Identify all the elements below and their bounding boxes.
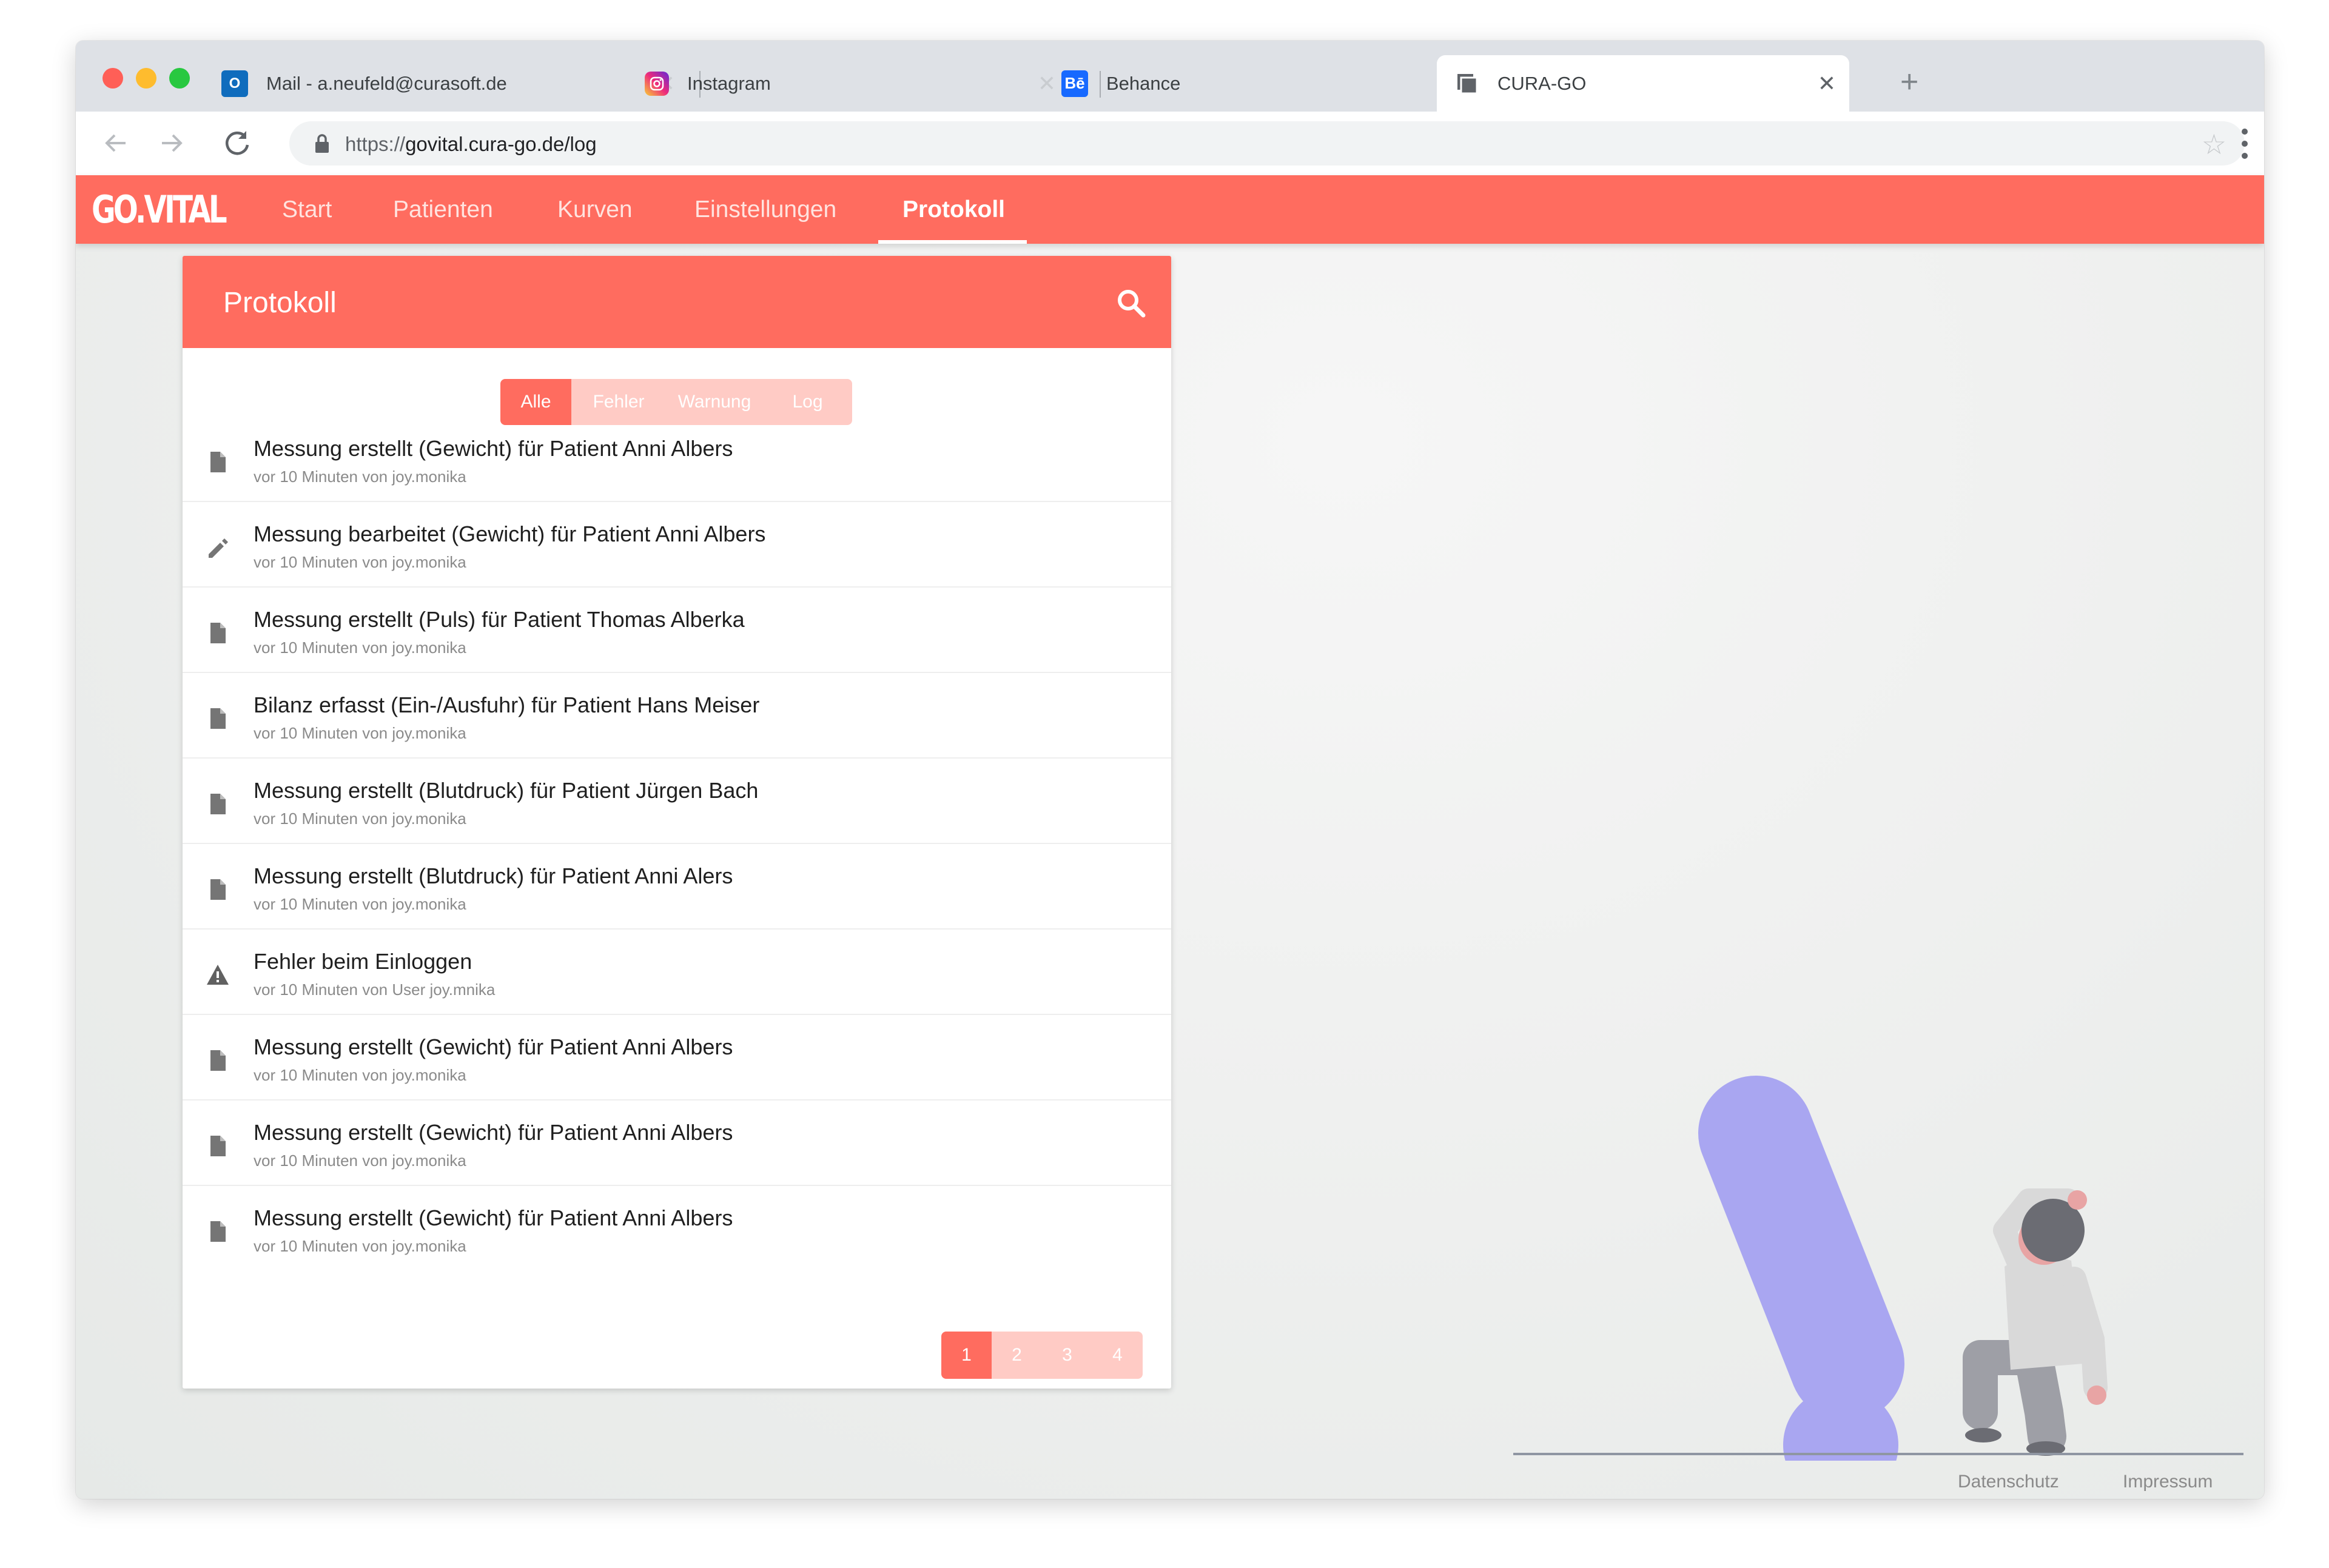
app-content: GO.VITAL Start Patienten Kurven Einstell… — [76, 175, 2264, 1499]
entry-title: Messung erstellt (Puls) für Patient Thom… — [254, 607, 745, 632]
maximize-window-button[interactable] — [169, 68, 190, 89]
arrow-left-icon — [105, 134, 126, 152]
back-button[interactable] — [99, 126, 133, 160]
tab-mail[interactable]: O Mail - a.neufeld@curasoft.de ✕ — [221, 55, 688, 112]
arrow-right-icon — [162, 134, 183, 152]
instagram-icon — [645, 71, 669, 96]
lock-icon — [315, 134, 329, 153]
reload-icon — [225, 131, 249, 155]
nav-start[interactable]: Start — [282, 175, 332, 244]
nav-einstellungen[interactable]: Einstellungen — [694, 175, 836, 244]
nav-protokoll[interactable]: Protokoll — [902, 175, 1005, 244]
entry-meta: vor 10 Minuten von joy.monika — [254, 467, 466, 486]
entry-title: Messung erstellt (Gewicht) für Patient A… — [254, 1120, 733, 1145]
page-button-4[interactable]: 4 — [1092, 1332, 1143, 1379]
close-icon[interactable]: ✕ — [1038, 71, 1056, 96]
entry-title: Bilanz erfasst (Ein-/Ausfuhr) für Patien… — [254, 692, 760, 717]
entry-meta: vor 10 Minuten von joy.monika — [254, 638, 466, 657]
entry-meta: vor 10 Minuten von joy.monika — [254, 1066, 466, 1084]
page-button-3[interactable]: 3 — [1042, 1332, 1092, 1379]
list-item[interactable]: Bilanz erfasst (Ein-/Ausfuhr) für Patien… — [183, 673, 1171, 759]
page-button-2[interactable]: 2 — [992, 1332, 1042, 1379]
imprint-link[interactable]: Impressum — [2123, 1472, 2213, 1492]
tab-instagram[interactable]: Instagram ✕ — [645, 55, 1069, 112]
entry-meta: vor 10 Minuten von joy.monika — [254, 553, 466, 571]
entry-meta: vor 10 Minuten von joy.monika — [254, 895, 466, 913]
list-item[interactable]: Messung erstellt (Blutdruck) für Patient… — [183, 759, 1171, 844]
pencil-icon — [209, 538, 228, 558]
list-item[interactable]: Messung erstellt (Gewicht) für Patient A… — [183, 417, 1171, 502]
entry-title: Messung erstellt (Gewicht) für Patient A… — [254, 436, 733, 461]
ground-line — [1513, 1453, 2243, 1455]
tab-title: CURA-GO — [1497, 72, 1587, 94]
browser-window: O Mail - a.neufeld@curasoft.de ✕ Instagr… — [76, 41, 2264, 1499]
entry-meta: vor 10 Minuten von joy.monika — [254, 1237, 466, 1255]
entry-meta: vor 10 Minuten von joy.monika — [254, 1151, 466, 1170]
new-tab-button[interactable]: + — [1900, 66, 1918, 98]
document-icon — [210, 623, 226, 643]
tab-title: Behance — [1106, 72, 1181, 94]
document-icon — [210, 879, 226, 900]
app-bar: GO.VITAL Start Patienten Kurven Einstell… — [76, 175, 2264, 244]
card-header: Protokoll — [183, 256, 1171, 348]
pagination: 1 2 3 4 — [941, 1332, 1143, 1379]
entry-title: Messung erstellt (Blutdruck) für Patient… — [254, 863, 733, 888]
entry-title: Messung erstellt (Gewicht) für Patient A… — [254, 1034, 733, 1059]
entry-title: Messung erstellt (Gewicht) für Patient A… — [254, 1205, 733, 1230]
window-icon — [1455, 72, 1479, 96]
list-item[interactable]: Messung erstellt (Blutdruck) für Patient… — [183, 844, 1171, 930]
list-item[interactable]: Messung erstellt (Gewicht) für Patient A… — [183, 1101, 1171, 1186]
tab-strip: O Mail - a.neufeld@curasoft.de ✕ Instagr… — [76, 41, 2264, 112]
document-icon — [210, 1221, 226, 1242]
tab-title: Instagram — [687, 72, 771, 94]
close-window-button[interactable] — [103, 68, 123, 89]
list-item[interactable]: Messung erstellt (Puls) für Patient Thom… — [183, 588, 1171, 673]
tab-behance[interactable]: Bē Behance ✕ — [1061, 55, 1486, 112]
browser-menu-icon[interactable] — [2241, 129, 2248, 159]
list-item[interactable]: Messung erstellt (Gewicht) für Patient A… — [183, 1186, 1171, 1271]
entry-meta: vor 10 Minuten von joy.monika — [254, 809, 466, 828]
protocol-card: Protokoll Alle Fehler Warnung Log Messun… — [183, 256, 1171, 1389]
reload-button[interactable] — [220, 126, 254, 160]
logo: GO.VITAL — [92, 187, 227, 232]
privacy-link[interactable]: Datenschutz — [1958, 1472, 2059, 1492]
nav-kurven[interactable]: Kurven — [557, 175, 633, 244]
url-text: https://govital.cura-go.de/log — [345, 133, 597, 155]
document-icon — [210, 1050, 226, 1071]
active-nav-indicator — [878, 240, 1027, 244]
forward-button[interactable] — [155, 126, 189, 160]
document-icon — [210, 794, 226, 814]
entry-meta: vor 10 Minuten von User joy.mnika — [254, 980, 496, 999]
bookmark-star-icon[interactable]: ☆ — [2202, 130, 2226, 158]
entry-title: Messung erstellt (Blutdruck) für Patient… — [254, 778, 759, 803]
behance-icon: Bē — [1061, 70, 1088, 97]
entry-title: Messung bearbeitet (Gewicht) für Patient… — [254, 521, 766, 546]
document-icon — [210, 1136, 226, 1156]
entry-title: Fehler beim Einloggen — [254, 949, 472, 974]
warning-icon — [207, 965, 229, 985]
search-icon[interactable] — [1115, 287, 1147, 319]
document-icon — [210, 452, 226, 472]
tab-title: Mail - a.neufeld@curasoft.de — [266, 72, 507, 94]
card-title: Protokoll — [223, 287, 337, 319]
page-button-1[interactable]: 1 — [941, 1332, 992, 1379]
warning-illustration — [1698, 1076, 2108, 1461]
document-icon — [210, 708, 226, 729]
address-bar[interactable]: https://govital.cura-go.de/log ☆ — [289, 121, 2245, 166]
list-item[interactable]: Messung bearbeitet (Gewicht) für Patient… — [183, 502, 1171, 588]
nav-patienten[interactable]: Patienten — [393, 175, 493, 244]
close-icon[interactable]: ✕ — [1818, 71, 1836, 96]
list-item[interactable]: Fehler beim Einloggen vor 10 Minuten von… — [183, 930, 1171, 1015]
entry-meta: vor 10 Minuten von joy.monika — [254, 724, 466, 742]
minimize-window-button[interactable] — [136, 68, 156, 89]
browser-toolbar: https://govital.cura-go.de/log ☆ — [76, 112, 2264, 175]
outlook-icon: O — [221, 70, 248, 97]
tab-cura-go[interactable]: CURA-GO ✕ — [1437, 55, 1849, 112]
list-item[interactable]: Messung erstellt (Gewicht) für Patient A… — [183, 1015, 1171, 1101]
